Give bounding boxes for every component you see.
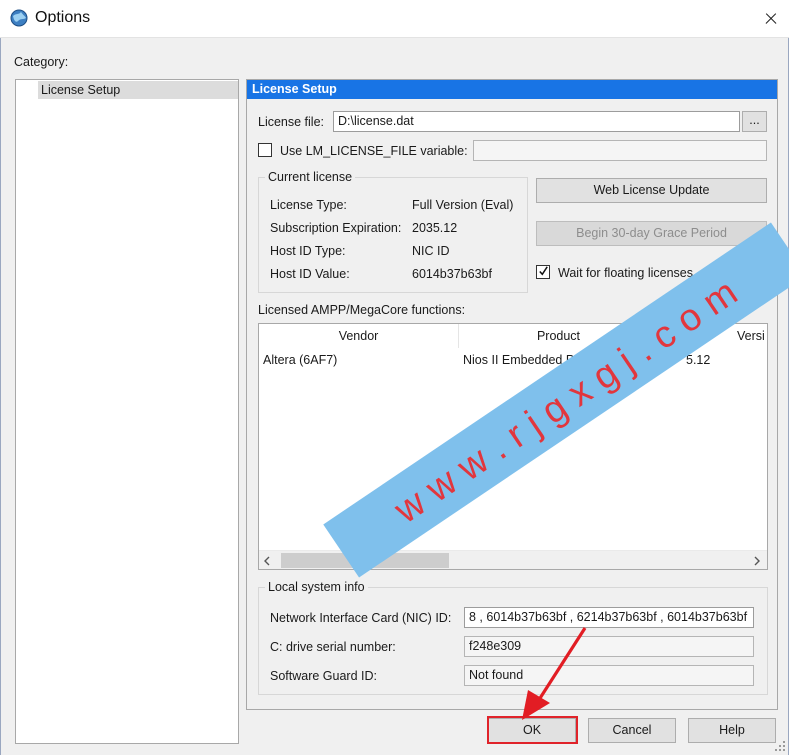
panel-header: License Setup (247, 80, 777, 99)
cancel-button[interactable]: Cancel (588, 718, 676, 743)
table-cell-version[interactable]: 5.12 (686, 353, 710, 367)
title-bar: Options (0, 0, 789, 38)
software-guard-label: Software Guard ID: (270, 669, 377, 683)
browse-button[interactable]: ... (742, 111, 767, 132)
current-license-title: Current license (265, 170, 356, 184)
functions-label: Licensed AMPP/MegaCore functions: (258, 303, 466, 317)
license-file-label: License file: (258, 115, 325, 129)
wait-floating-checkbox[interactable] (536, 265, 550, 279)
help-button[interactable]: Help (688, 718, 776, 743)
software-guard-field[interactable]: Not found (464, 665, 754, 686)
window-border-left (0, 38, 1, 755)
host-id-value-value: 6014b37b63bf (412, 267, 492, 281)
license-type-label: License Type: (270, 198, 347, 212)
resize-grip-icon[interactable] (772, 740, 786, 752)
scrollbar-drag-handle[interactable] (359, 553, 371, 565)
use-env-checkbox[interactable] (258, 143, 272, 157)
horizontal-scrollbar[interactable] (259, 550, 767, 569)
licensed-functions-table[interactable]: Vendor Product Versi Altera (6AF7) Nios … (258, 323, 768, 570)
category-item-license-setup[interactable]: License Setup (38, 81, 238, 99)
web-license-update-button[interactable]: Web License Update (536, 178, 767, 203)
subscription-expiration-value: 2035.12 (412, 221, 458, 235)
license-file-input[interactable]: D:\license.dat (333, 111, 740, 132)
nic-id-field[interactable]: 8 , 6014b37b63bf , 6214b37b63bf , 6014b3… (464, 607, 754, 628)
column-header-vendor[interactable]: Vendor (259, 324, 459, 348)
license-setup-panel: License Setup License file: D:\license.d… (246, 79, 778, 710)
table-cell-vendor[interactable]: Altera (6AF7) (263, 353, 337, 367)
nic-id-label: Network Interface Card (NIC) ID: (270, 611, 452, 625)
host-id-value-label: Host ID Value: (270, 267, 350, 281)
local-system-title: Local system info (265, 580, 368, 594)
close-icon[interactable] (752, 0, 789, 38)
env-variable-field (473, 140, 767, 161)
checkmark-icon (539, 266, 548, 276)
host-id-type-label: Host ID Type: (270, 244, 346, 258)
window-title: Options (35, 9, 91, 26)
wait-floating-label: Wait for floating licenses (558, 266, 694, 280)
column-header-version[interactable]: Versi (659, 324, 767, 348)
column-header-product[interactable]: Product (459, 324, 659, 348)
license-type-value: Full Version (Eval) (412, 198, 514, 212)
use-env-label: Use LM_LICENSE_FILE variable: (280, 144, 468, 158)
ok-highlight-box (487, 716, 578, 744)
drive-serial-label: C: drive serial number: (270, 640, 396, 654)
category-tree[interactable]: License Setup (15, 79, 239, 744)
table-cell-product[interactable]: Nios II Embedded Proce (463, 353, 653, 367)
scroll-right-icon[interactable] (753, 556, 761, 566)
host-id-type-value: NIC ID (412, 244, 450, 258)
scroll-left-icon[interactable] (263, 556, 271, 566)
app-globe-icon (10, 9, 28, 27)
category-label: Category: (14, 55, 69, 69)
grace-period-button[interactable]: Begin 30-day Grace Period (536, 221, 767, 246)
subscription-expiration-label: Subscription Expiration: (270, 221, 402, 235)
drive-serial-field[interactable]: f248e309 (464, 636, 754, 657)
